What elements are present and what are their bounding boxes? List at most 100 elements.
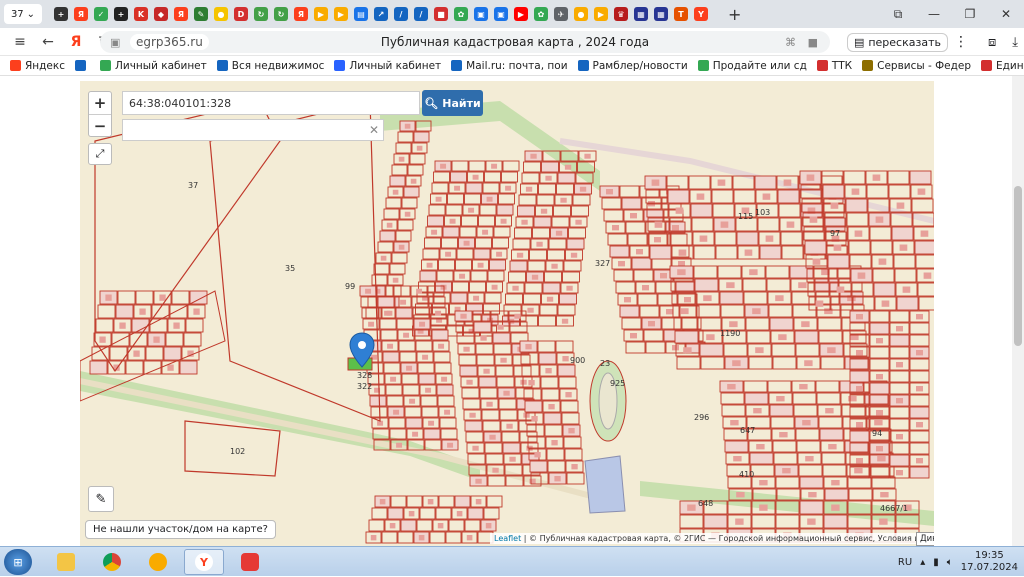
shield-icon[interactable]: ◆ [154,7,168,21]
tab-search-icon[interactable]: ⧉ [880,0,916,28]
youtube-icon[interactable]: ▶ [514,7,528,21]
parcel [498,193,515,205]
back-icon[interactable]: ← [34,28,62,56]
close-icon[interactable]: ✕ [988,0,1024,28]
pin-icon[interactable]: ✈ [554,7,568,21]
tt-icon[interactable]: T [674,7,688,21]
find-button[interactable]: 🔍︎ Найти [422,90,483,116]
parcel [889,406,910,419]
parcel [559,293,577,305]
menu-icon[interactable]: ≡ [6,28,34,56]
not-found-button[interactable]: Не нашли участок/дом на карте? [85,520,276,539]
browser-icon [149,553,167,571]
square-icon[interactable]: ▣ [474,7,488,21]
parcel [909,358,930,371]
rambler-icon[interactable]: / [394,7,408,21]
apps-icon[interactable]: ✿ [534,7,548,21]
km-icon[interactable]: K [134,7,148,21]
new-tab-icon[interactable]: + [728,5,741,24]
taskbar-wps[interactable] [230,549,270,575]
document-icon[interactable]: ▤ [354,7,368,21]
parcel [475,237,492,249]
cadastral-map[interactable]: 37 35 99 328 322 102 23 900 327 410 296 647 648 103 11… [80,81,934,546]
play-icon[interactable]: ▶ [314,7,328,21]
flag-icon[interactable]: ■ [434,7,448,21]
bookmark-item[interactable]: Сервисы - Федер [862,60,971,72]
parcel [777,189,800,204]
beeline-icon[interactable]: ● [214,7,228,21]
parcel [639,305,660,318]
square-icon[interactable]: ▣ [494,7,508,21]
bookmark-item[interactable]: Яндекс [10,60,65,72]
language-indicator[interactable]: RU [898,557,912,568]
play-icon[interactable]: ▶ [594,7,608,21]
bookmark-item[interactable]: Личный кабинет [100,60,207,72]
rambler-icon[interactable]: / [414,7,428,21]
refresh-icon[interactable]: ↻ [254,7,268,21]
downloads-icon[interactable]: ⤓ [1012,35,1018,50]
fullscreen-icon[interactable]: ⤢ [88,143,112,165]
bookmark-item[interactable]: Продайте или сд [697,60,807,72]
vpn-icon[interactable]: ⌘ [785,36,796,49]
retell-button[interactable]: ▤ пересказать [846,32,948,52]
bookmark-item[interactable] [75,60,90,71]
bookmark-item[interactable]: ТТК [816,60,852,72]
yandex-icon[interactable]: Я [294,7,308,21]
minimize-icon[interactable]: — [916,0,952,28]
bookmark-item[interactable]: Личный кабинет [334,60,441,72]
scroll-thumb[interactable] [1014,186,1022,346]
taskbar-chrome[interactable] [92,549,132,575]
extensions-icon[interactable]: ⧈ [988,35,996,50]
zoom-in-button[interactable]: + [89,92,111,114]
refresh-icon[interactable]: ↻ [274,7,288,21]
ruler-icon[interactable]: ✎ [88,486,114,512]
bookmark-item[interactable]: Единый федерал [981,60,1024,72]
building [514,313,521,319]
url-field[interactable]: ▣ egrp365.ru Публичная кадастровая карта… [100,31,830,53]
plus-circle-icon[interactable]: + [54,7,68,21]
leaflet-link[interactable]: Leaflet [494,534,521,543]
arrow-icon[interactable]: ↗ [374,7,388,21]
check-icon[interactable]: ✓ [94,7,108,21]
building [732,360,741,367]
cadastral-search-input[interactable] [122,91,420,115]
yandex-icon[interactable]: Я [62,28,90,56]
address-input[interactable]: ✕ [122,119,384,141]
clear-icon[interactable]: ✕ [369,123,379,137]
pencil-icon[interactable]: ✎ [194,7,208,21]
tab-count-button[interactable]: 37 ⌄ [4,4,42,24]
emblem-icon[interactable]: ♛ [614,7,628,21]
bookmark-icon[interactable]: ■ [808,36,818,49]
yandex-icon[interactable]: Я [174,7,188,21]
more-icon[interactable]: ⋮ [954,34,968,50]
taskbar-browser[interactable] [138,549,178,575]
bookmark-item[interactable]: Mail.ru: почта, пои [451,60,568,72]
dom-icon[interactable]: D [234,7,248,21]
yandex-icon[interactable]: Я [74,7,88,21]
play-icon[interactable]: ▶ [334,7,348,21]
clock[interactable]: 19:35 17.07.2024 [961,550,1018,574]
taskbar-explorer[interactable] [46,549,86,575]
parcel [889,370,910,383]
building [416,145,423,151]
apps-icon[interactable]: ✿ [454,7,468,21]
bookmark-item[interactable]: Вся недвижимос [216,60,324,72]
coin-icon[interactable]: ● [574,7,588,21]
parcel-label: 900 [570,356,585,365]
grid-icon[interactable]: ▦ [654,7,668,21]
parcel [557,304,576,316]
zoom-out-button[interactable]: − [89,114,111,136]
yandex-icon[interactable]: Y [694,7,708,21]
page-scrollbar[interactable] [1012,76,1024,546]
parcel [798,464,823,477]
network-icon[interactable]: ▮ [933,557,939,568]
building [804,360,813,367]
plus-square-icon[interactable]: + [114,7,128,21]
grid-icon[interactable]: ▦ [634,7,648,21]
bookmark-item[interactable]: Рамблер/новости [577,60,688,72]
taskbar-yandex[interactable]: Y [184,549,224,575]
start-button[interactable]: ⊞ [4,549,32,575]
chevron-up-icon[interactable]: ▴ [920,557,925,568]
volume-icon[interactable]: 🔈︎ [947,557,953,568]
maximize-icon[interactable]: ❐ [952,0,988,28]
